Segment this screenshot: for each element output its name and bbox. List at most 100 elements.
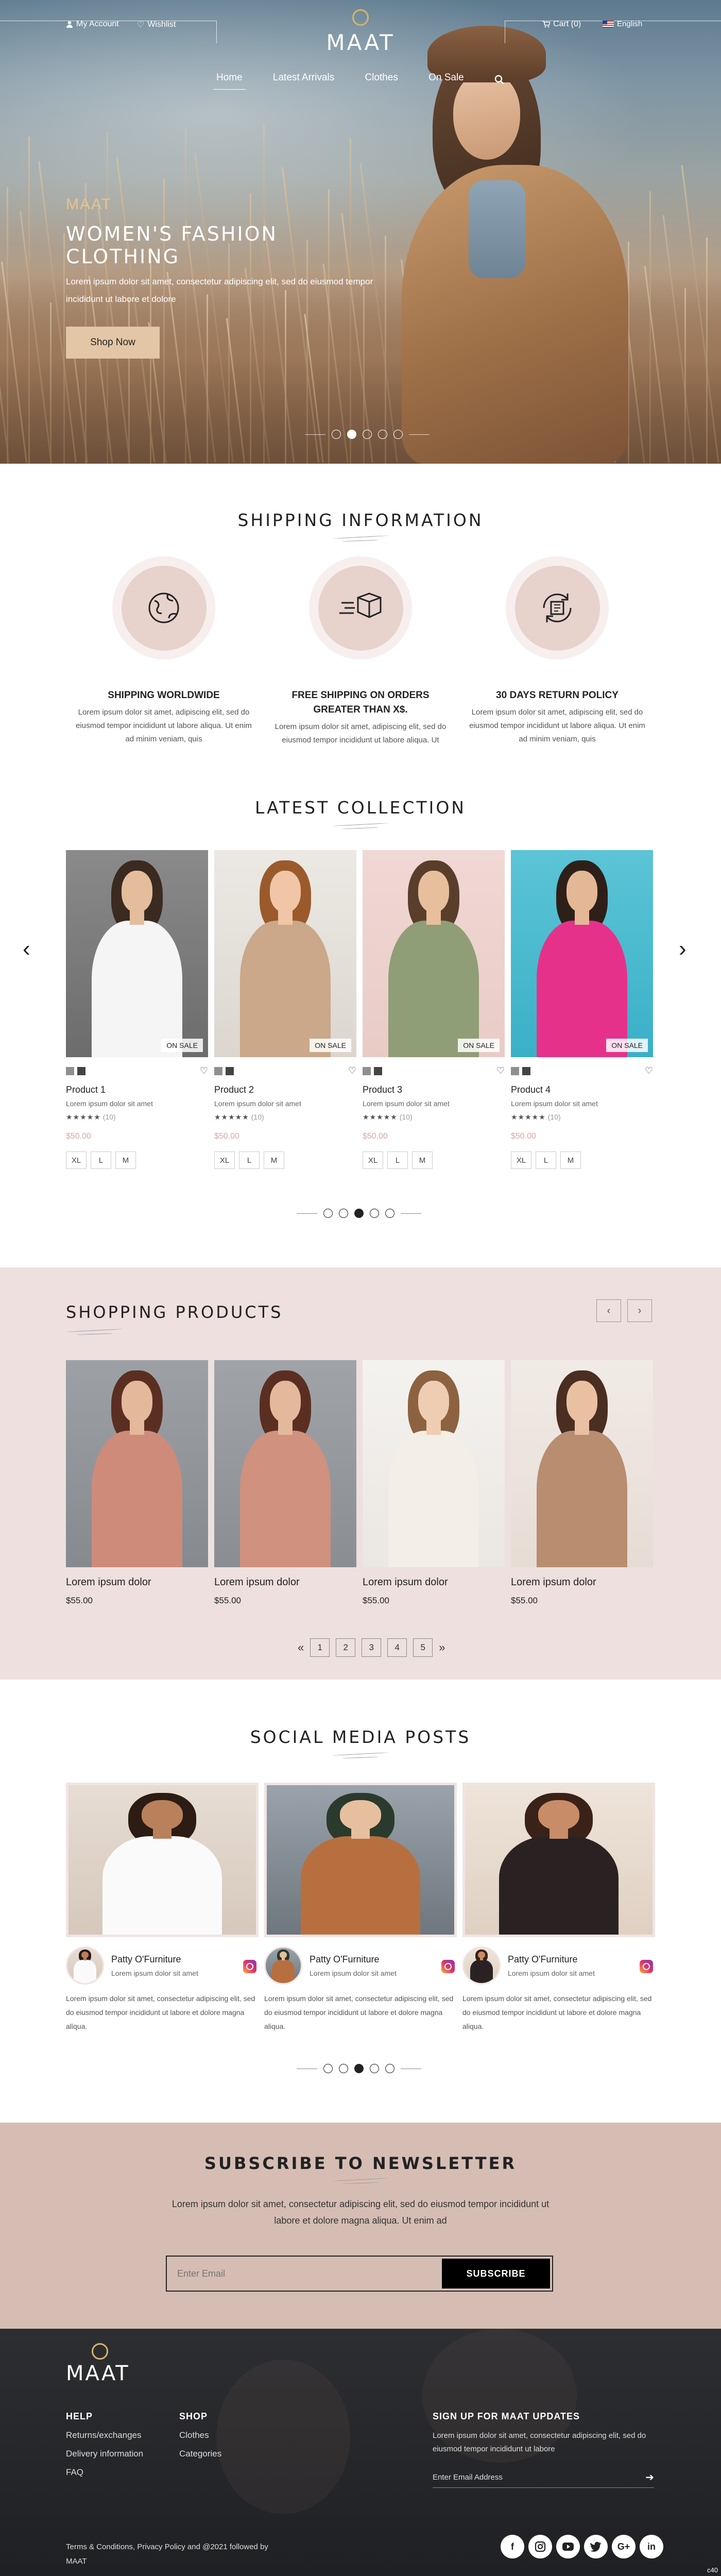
slider-dot[interactable] — [347, 430, 356, 439]
footer-logo[interactable]: MAAT — [66, 2362, 130, 2385]
footer-link-faq[interactable]: FAQ — [66, 2467, 143, 2478]
my-account-link[interactable]: My Account — [66, 20, 119, 29]
shopping-product-card[interactable]: Lorem ipsum dolor $55.00 — [511, 1360, 653, 1606]
size-option[interactable]: M — [560, 1151, 581, 1169]
page-4[interactable]: 4 — [387, 1638, 407, 1657]
nav-latest-arrivals[interactable]: Latest Arrivals — [273, 72, 334, 88]
youtube-icon[interactable] — [556, 2535, 580, 2558]
size-option[interactable]: M — [264, 1151, 284, 1169]
social-post[interactable]: Patty O'Furniture Lorem ipsum dolor sit … — [462, 1783, 655, 2033]
twitter-icon[interactable] — [584, 2535, 608, 2558]
search-icon[interactable] — [494, 75, 505, 85]
slider-dot[interactable] — [339, 1209, 348, 1218]
instagram-icon[interactable] — [640, 1960, 653, 1973]
avatar[interactable] — [66, 1946, 104, 1985]
product-name[interactable]: Lorem ipsum dolor — [214, 1577, 356, 1588]
social-post[interactable]: Patty O'Furniture Lorem ipsum dolor sit … — [66, 1783, 259, 2033]
product-card[interactable]: ON SALE ♡ Product 2 Lorem ipsum dolor si… — [214, 850, 356, 1169]
product-image[interactable] — [511, 1360, 653, 1567]
avatar[interactable] — [462, 1946, 501, 1985]
size-option[interactable]: M — [115, 1151, 136, 1169]
shopping-product-card[interactable]: Lorem ipsum dolor $55.00 — [214, 1360, 356, 1606]
slider-dot[interactable] — [385, 1209, 394, 1218]
color-swatch[interactable] — [511, 1066, 519, 1075]
linkedin-icon[interactable]: in — [640, 2535, 663, 2558]
shopping-next-button[interactable]: › — [627, 1299, 652, 1322]
slider-dot[interactable] — [370, 1209, 379, 1218]
page-3[interactable]: 3 — [362, 1638, 382, 1657]
slider-dot[interactable] — [354, 2064, 364, 2073]
wishlist-heart-icon[interactable]: ♡ — [645, 1065, 653, 1076]
page-5[interactable]: 5 — [413, 1638, 433, 1657]
footer-link-clothes[interactable]: Clothes — [179, 2430, 221, 2441]
size-option[interactable]: L — [91, 1151, 111, 1169]
size-option[interactable]: L — [239, 1151, 260, 1169]
post-image[interactable] — [66, 1783, 259, 1937]
nav-home[interactable]: Home — [213, 72, 246, 90]
size-option[interactable]: XL — [511, 1151, 531, 1169]
product-name[interactable]: Lorem ipsum dolor — [66, 1577, 208, 1588]
pagination-prev-icon[interactable]: « — [298, 1641, 304, 1654]
color-swatch[interactable] — [66, 1066, 74, 1075]
cart-link[interactable]: Cart (0) — [542, 20, 581, 29]
facebook-icon[interactable]: f — [501, 2535, 524, 2558]
product-image[interactable]: ON SALE — [363, 850, 505, 1057]
size-option[interactable]: XL — [363, 1151, 383, 1169]
author-name[interactable]: Patty O'Furniture — [508, 1954, 595, 1965]
slider-dot[interactable] — [363, 430, 372, 439]
color-swatch[interactable] — [522, 1066, 530, 1075]
author-name[interactable]: Patty O'Furniture — [310, 1954, 397, 1965]
product-name[interactable]: Lorem ipsum dolor — [363, 1577, 505, 1588]
color-swatch[interactable] — [77, 1066, 85, 1075]
slider-dot[interactable] — [323, 2064, 333, 2073]
logo[interactable]: MAAT — [309, 30, 412, 55]
post-image[interactable] — [462, 1783, 655, 1937]
product-card[interactable]: ON SALE ♡ Product 3 Lorem ipsum dolor si… — [363, 850, 505, 1169]
size-option[interactable]: XL — [214, 1151, 235, 1169]
product-name[interactable]: Product 1 — [66, 1084, 208, 1095]
author-name[interactable]: Patty O'Furniture — [111, 1954, 198, 1965]
instagram-icon[interactable] — [441, 1960, 455, 1973]
pagination-next-icon[interactable]: » — [439, 1641, 445, 1654]
language-selector[interactable]: English — [603, 20, 642, 28]
color-swatch[interactable] — [374, 1066, 382, 1075]
shopping-product-card[interactable]: Lorem ipsum dolor $55.00 — [66, 1360, 208, 1606]
color-swatch[interactable] — [214, 1066, 222, 1075]
product-name[interactable]: Product 4 — [511, 1084, 653, 1095]
nav-clothes[interactable]: Clothes — [365, 72, 398, 88]
product-image[interactable]: ON SALE — [66, 850, 208, 1057]
wishlist-link[interactable]: ♡ Wishlist — [137, 20, 176, 30]
product-image[interactable]: ON SALE — [511, 850, 653, 1057]
post-image[interactable] — [264, 1783, 457, 1937]
product-name[interactable]: Lorem ipsum dolor — [511, 1577, 653, 1588]
shopping-product-card[interactable]: Lorem ipsum dolor $55.00 — [363, 1360, 505, 1606]
arrow-right-icon[interactable]: ➔ — [645, 2471, 654, 2484]
next-arrow-icon[interactable]: › — [679, 938, 686, 960]
footer-link-categories[interactable]: Categories — [179, 2449, 221, 2459]
product-name[interactable]: Product 2 — [214, 1084, 356, 1095]
prev-arrow-icon[interactable]: ‹ — [23, 938, 30, 960]
wishlist-heart-icon[interactable]: ♡ — [496, 1065, 505, 1076]
product-image[interactable] — [214, 1360, 356, 1567]
slider-dot[interactable] — [393, 430, 403, 439]
product-card[interactable]: ON SALE ♡ Product 4 Lorem ipsum dolor si… — [511, 850, 653, 1169]
page-1[interactable]: 1 — [310, 1638, 330, 1657]
product-image[interactable] — [363, 1360, 505, 1567]
google-plus-icon[interactable]: G+ — [612, 2535, 636, 2558]
footer-email-input[interactable]: Enter Email Address ➔ — [433, 2467, 654, 2488]
shop-now-button[interactable]: Shop Now — [66, 327, 160, 359]
social-post[interactable]: Patty O'Furniture Lorem ipsum dolor sit … — [264, 1783, 457, 2033]
avatar[interactable] — [264, 1946, 302, 1985]
slider-dot[interactable] — [354, 1209, 364, 1218]
instagram-icon[interactable] — [528, 2535, 552, 2558]
wishlist-heart-icon[interactable]: ♡ — [200, 1065, 208, 1076]
slider-dot[interactable] — [370, 2064, 379, 2073]
footer-link-delivery[interactable]: Delivery information — [66, 2449, 143, 2459]
wishlist-heart-icon[interactable]: ♡ — [348, 1065, 356, 1076]
instagram-icon[interactable] — [243, 1960, 256, 1973]
subscribe-button[interactable]: SUBSCRIBE — [442, 2259, 550, 2289]
page-2[interactable]: 2 — [336, 1638, 356, 1657]
size-option[interactable]: M — [412, 1151, 433, 1169]
footer-link-returns[interactable]: Returns/exchanges — [66, 2430, 143, 2441]
color-swatch[interactable] — [363, 1066, 371, 1075]
